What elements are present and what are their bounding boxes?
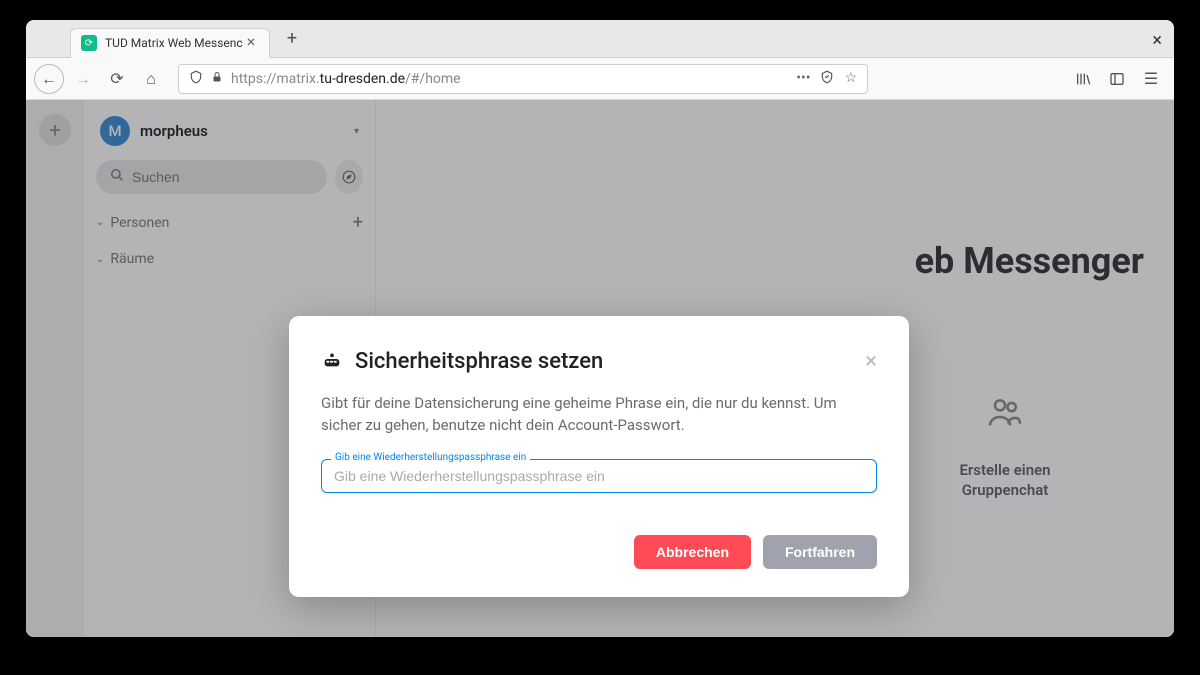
security-phrase-modal: Sicherheitsphrase setzen × Gibt für dein…: [289, 316, 909, 597]
more-icon[interactable]: •••: [796, 70, 810, 88]
tab-bar: ⟳ TUD Matrix Web Messenc × + ×: [26, 20, 1174, 58]
lock-icon: [211, 71, 223, 86]
library-icon[interactable]: [1068, 64, 1098, 94]
tab-close-icon[interactable]: ×: [243, 35, 259, 51]
passphrase-input[interactable]: [321, 459, 877, 493]
back-button[interactable]: ←: [34, 64, 64, 94]
url-suffix: /#/home: [405, 71, 461, 87]
url-domain: tu-dresden.de: [320, 71, 405, 87]
menu-icon[interactable]: ☰: [1136, 64, 1166, 94]
app-content: + M morpheus ▾ ⌄ Pers: [26, 100, 1174, 637]
key-icon: [321, 348, 343, 375]
passphrase-field-wrap: Gib eine Wiederherstellungspassphrase ei…: [321, 459, 877, 493]
url-actions: ••• ☆: [796, 70, 857, 88]
modal-header: Sicherheitsphrase setzen ×: [321, 348, 877, 375]
url-prefix: https://matrix.: [231, 71, 320, 87]
pocket-shield-icon[interactable]: [820, 70, 834, 88]
url-bar[interactable]: https://matrix.tu-dresden.de/#/home ••• …: [178, 64, 868, 94]
nav-bar: ← → ⟳ ⌂ https://matrix.tu-dresden.de/#/h…: [26, 58, 1174, 100]
tab-title: TUD Matrix Web Messenc: [105, 36, 243, 50]
sidebar-icon[interactable]: [1102, 64, 1132, 94]
favicon-icon: ⟳: [81, 35, 97, 51]
shield-icon: [189, 70, 203, 88]
modal-description: Gibt für deine Datensicherung eine gehei…: [321, 393, 877, 437]
browser-window: ⟳ TUD Matrix Web Messenc × + × ← → ⟳ ⌂ h…: [26, 20, 1174, 637]
modal-actions: Abbrechen Fortfahren: [321, 535, 877, 569]
reload-button[interactable]: ⟳: [102, 64, 132, 94]
modal-title: Sicherheitsphrase setzen: [355, 349, 853, 374]
cancel-button[interactable]: Abbrechen: [634, 535, 751, 569]
home-button[interactable]: ⌂: [136, 64, 166, 94]
url-text: https://matrix.tu-dresden.de/#/home: [231, 71, 788, 87]
bookmark-icon[interactable]: ☆: [844, 70, 857, 88]
new-tab-button[interactable]: +: [278, 25, 306, 53]
field-label: Gib eine Wiederherstellungspassphrase ei…: [331, 452, 530, 463]
forward-button[interactable]: →: [68, 64, 98, 94]
toolbar-right: ☰: [1068, 64, 1166, 94]
close-icon[interactable]: ×: [865, 349, 877, 374]
browser-tab[interactable]: ⟳ TUD Matrix Web Messenc ×: [70, 28, 270, 58]
continue-button[interactable]: Fortfahren: [763, 535, 877, 569]
window-close-icon[interactable]: ×: [1152, 30, 1162, 51]
